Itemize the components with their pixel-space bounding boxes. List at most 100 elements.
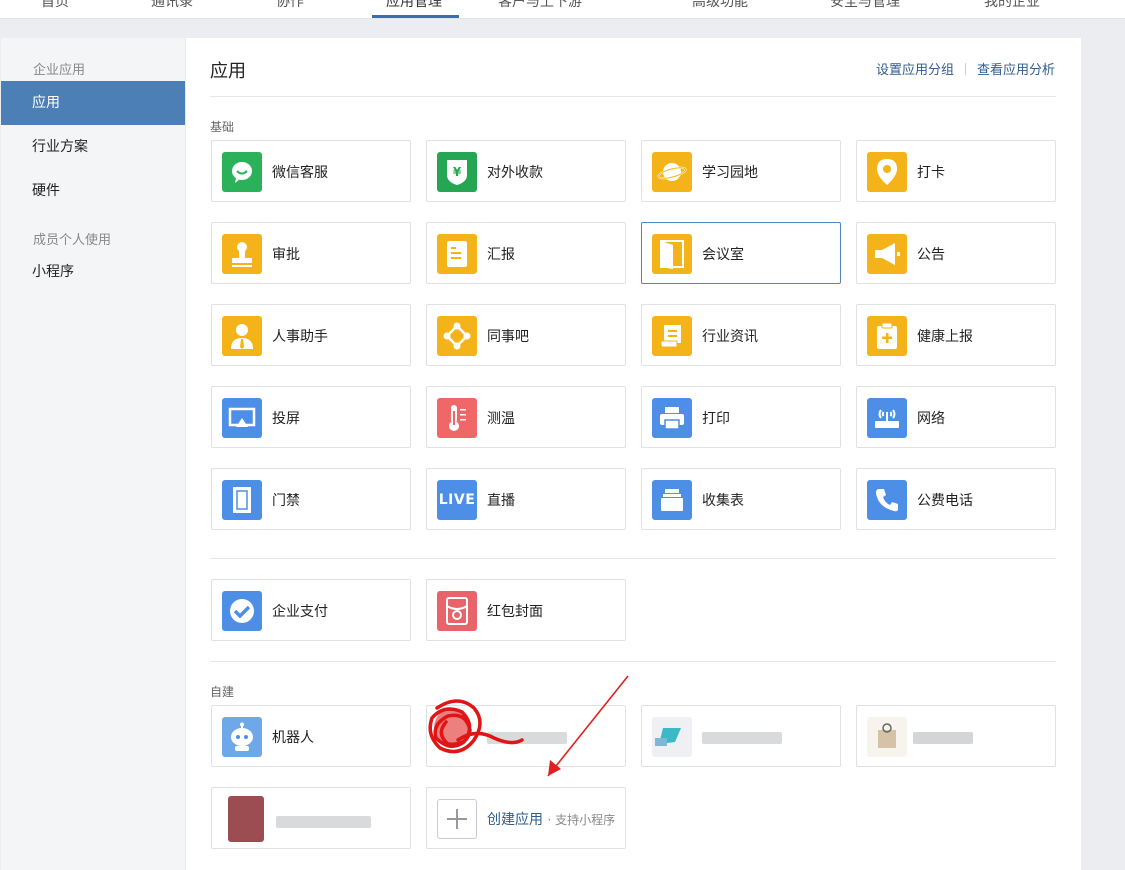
app-name: 人事助手 [272,329,328,345]
header-links: 设置应用分组 查看应用分析 [876,59,1055,78]
redacted-app-icon [867,717,907,757]
app-card-redacted[interactable] [211,787,411,849]
app-card-screen-cast[interactable]: 投屏 [211,386,411,448]
megaphone-icon [867,234,907,274]
app-card-external-payment[interactable]: ¥ 对外收款 [426,140,626,202]
set-app-group-link[interactable]: 设置应用分组 [876,63,954,78]
nav-customers[interactable]: 客户与上下游 [498,0,582,11]
app-card-announcement[interactable]: 公告 [856,222,1056,284]
app-card-live[interactable]: LIVE 直播 [426,468,626,530]
create-app-text: 创建应用 [487,812,543,828]
create-app-label: 创建应用 · 支持小程序 [487,809,615,829]
nav-security[interactable]: 安全与管理 [830,0,900,11]
app-name: 会议室 [702,247,744,263]
svg-text:¥: ¥ [453,165,462,179]
create-app-subtext: · 支持小程序 [547,813,616,827]
app-card-print[interactable]: 打印 [641,386,841,448]
pay-check-icon [222,591,262,631]
app-card-report[interactable]: 汇报 [426,222,626,284]
app-card-redacted[interactable] [426,705,626,767]
nav-collab[interactable]: 协作 [276,0,304,11]
app-card-health-report[interactable]: 健康上报 [856,304,1056,366]
app-card-industry-news[interactable]: 行业资讯 [641,304,841,366]
app-name: 行业资讯 [702,329,758,345]
divider [210,661,1056,662]
app-card-temperature[interactable]: 测温 [426,386,626,448]
redacted-name [276,816,371,828]
app-card-access-control[interactable]: 门禁 [211,468,411,530]
app-name: 机器人 [272,730,314,746]
app-card-checkin[interactable]: 打卡 [856,140,1056,202]
medical-clipboard-icon [867,316,907,356]
app-name: 公费电话 [917,493,973,509]
sidebar-item-miniprogram[interactable]: 小程序 [1,250,185,294]
app-name: 测温 [487,411,515,427]
screen-cast-icon [222,398,262,438]
app-name: 健康上报 [917,329,973,345]
app-card-red-packet-cover[interactable]: 红包封面 [426,579,626,641]
section-custom-label: 自建 [210,685,235,699]
app-card-colleague-bar[interactable]: 同事吧 [426,304,626,366]
app-name: 学习园地 [702,165,758,181]
sidebar-item-hardware[interactable]: 硬件 [1,169,185,213]
door-icon [652,234,692,274]
nav-my-company[interactable]: 我的企业 [984,0,1040,11]
active-nav-underline [372,15,459,18]
redacted-name [913,732,973,744]
app-card-meeting-room[interactable]: 会议室 [641,222,841,284]
app-card-network[interactable]: 网络 [856,386,1056,448]
app-name: 直播 [487,493,515,509]
stamp-icon [222,234,262,274]
planet-icon [652,152,692,192]
app-name: 微信客服 [272,165,328,181]
app-card-approval[interactable]: 审批 [211,222,411,284]
form-stack-icon [652,480,692,520]
app-card-hr-assistant[interactable]: 人事助手 [211,304,411,366]
printer-icon [652,398,692,438]
access-door-icon [222,480,262,520]
app-name: 红包封面 [487,604,543,620]
sidebar-section-personal: 成员个人使用 [33,233,112,248]
nav-advanced[interactable]: 高级功能 [692,0,748,11]
phone-icon [867,480,907,520]
page-title: 应用 [210,61,246,82]
app-card-redacted[interactable] [641,705,841,767]
app-name: 打印 [702,411,730,427]
main-panel: 应用 设置应用分组 查看应用分析 基础 微信客服 ¥ 对外收款 学习园地 打卡 审… [186,38,1081,870]
robot-icon [222,717,262,757]
plus-icon [437,799,477,839]
redacted-app-icon [652,717,692,757]
view-app-analysis-link[interactable]: 查看应用分析 [977,63,1055,78]
create-app-card[interactable]: 创建应用 · 支持小程序 [426,787,626,849]
sidebar-item-industry[interactable]: 行业方案 [1,125,185,169]
nav-home[interactable]: 首页 [41,0,69,11]
top-navigation: 首页 通讯录 协作 应用管理 客户与上下游 高级功能 安全与管理 我的企业 [0,0,1125,19]
app-card-enterprise-pay[interactable]: 企业支付 [211,579,411,641]
app-card-public-phone[interactable]: 公费电话 [856,468,1056,530]
app-card-collect-form[interactable]: 收集表 [641,468,841,530]
link-divider [964,63,966,75]
scroll-icon [652,316,692,356]
yuan-shield-icon: ¥ [437,152,477,192]
app-name: 汇报 [487,247,515,263]
sidebar: 企业应用 应用 行业方案 硬件 成员个人使用 小程序 [1,38,186,870]
divider [210,558,1056,559]
sidebar-item-apps[interactable]: 应用 [1,81,185,125]
redacted-name [702,732,782,744]
app-card-wechat-service[interactable]: 微信客服 [211,140,411,202]
app-name: 企业支付 [272,604,328,620]
chat-bubble-icon [222,152,262,192]
app-name: 审批 [272,247,300,263]
app-card-robot[interactable]: 机器人 [211,705,411,767]
app-name: 门禁 [272,493,300,509]
app-card-learning[interactable]: 学习园地 [641,140,841,202]
nav-app-management[interactable]: 应用管理 [386,0,442,11]
app-card-redacted[interactable] [856,705,1056,767]
app-name: 对外收款 [487,165,543,181]
router-icon [867,398,907,438]
location-pin-icon [867,152,907,192]
app-name: 同事吧 [487,329,529,345]
divider [210,96,1056,97]
nav-contacts[interactable]: 通讯录 [151,0,193,11]
nodes-icon [437,316,477,356]
